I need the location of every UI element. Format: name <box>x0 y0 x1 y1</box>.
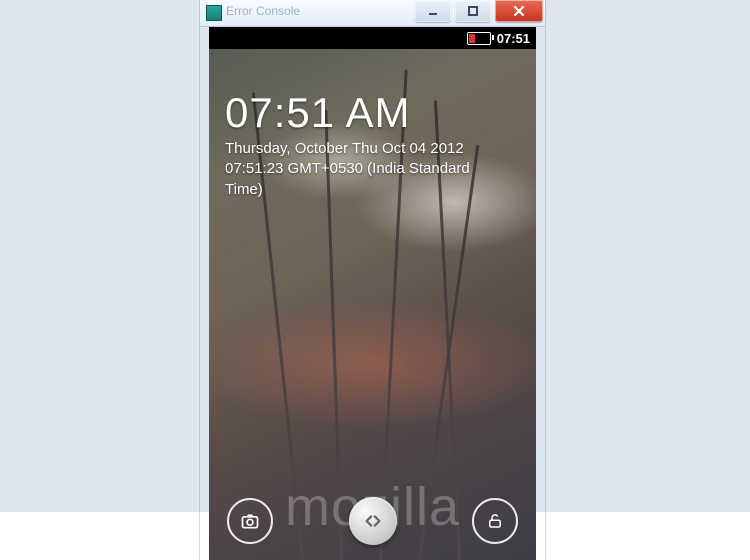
lockscreen-date: Thursday, October Thu Oct 04 2012 07:51:… <box>225 139 520 200</box>
lockscreen-clock: 07:51 AM Thursday, October Thu Oct 04 20… <box>225 89 520 200</box>
window-controls <box>415 0 543 22</box>
status-bar: 07:51 <box>209 27 536 49</box>
emulator-window: Error Console 07:51 07:51 AM <box>200 0 545 560</box>
window-title: Error Console <box>226 4 300 18</box>
battery-icon <box>467 32 491 45</box>
maximize-button[interactable] <box>455 0 491 22</box>
wallpaper: 07:51 AM Thursday, October Thu Oct 04 20… <box>209 49 536 560</box>
slide-handle[interactable] <box>349 497 397 545</box>
unlock-icon <box>486 512 504 530</box>
window-titlebar[interactable]: Error Console <box>200 0 545 27</box>
camera-button[interactable] <box>227 498 273 544</box>
close-button[interactable] <box>495 0 543 22</box>
status-time: 07:51 <box>497 31 530 46</box>
slide-arrows-icon <box>362 510 384 532</box>
lockscreen-time: 07:51 AM <box>225 89 520 137</box>
unlock-button[interactable] <box>472 498 518 544</box>
camera-icon <box>240 511 260 531</box>
app-icon <box>206 5 222 21</box>
phone-screen: 07:51 07:51 AM Thursday, October Thu Oct… <box>209 27 536 560</box>
minimize-button[interactable] <box>415 0 451 22</box>
lockscreen-dock <box>209 496 536 546</box>
